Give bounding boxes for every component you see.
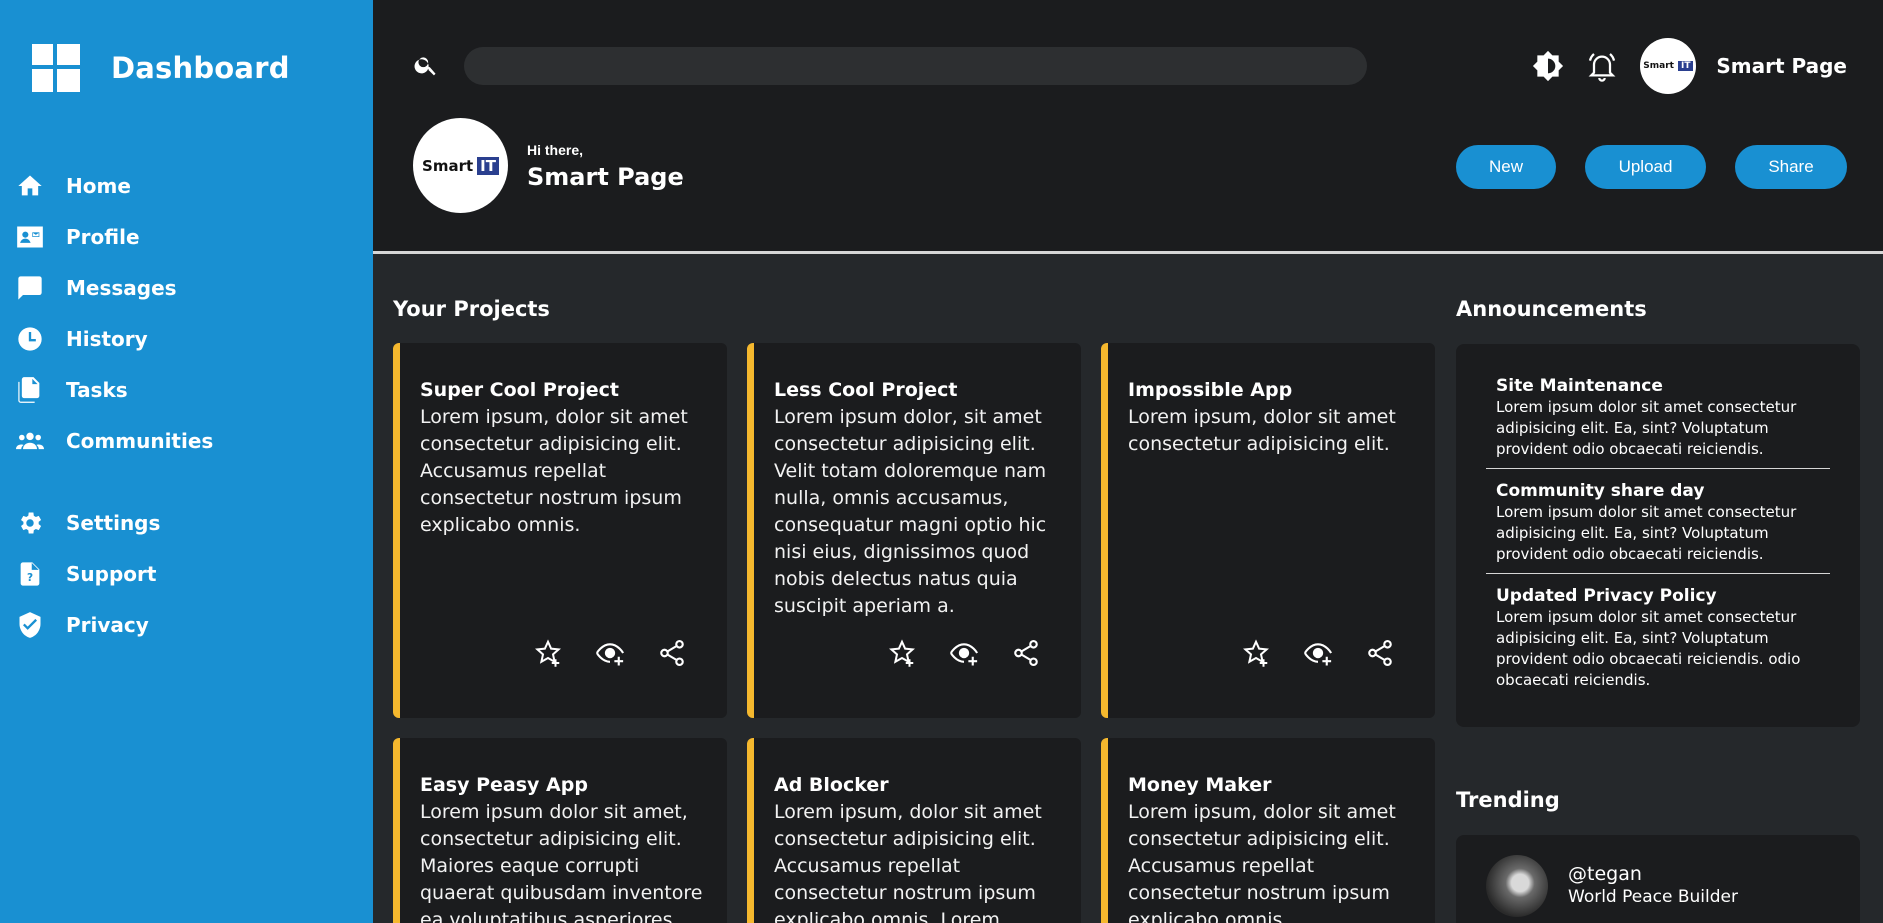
project-description: Lorem ipsum dolor sit amet, consectetur … [420, 801, 703, 923]
sidebar-item-privacy[interactable]: Privacy [0, 599, 373, 650]
trending-handle[interactable]: @tegan [1568, 863, 1642, 885]
upload-button[interactable]: Upload [1585, 145, 1706, 189]
project-description: Lorem ipsum dolor, sit amet consectetur … [774, 406, 1047, 617]
eye-add-icon[interactable] [1303, 638, 1333, 668]
message-icon [18, 275, 42, 300]
announcement-title: Site Maintenance [1496, 376, 1663, 396]
project-card[interactable]: Easy Peasy App Lorem ipsum dolor sit ame… [393, 738, 727, 923]
share-icon[interactable] [657, 638, 687, 668]
sidebar-item-home[interactable]: Home [0, 160, 373, 211]
svg-text:?: ? [27, 572, 33, 584]
project-title: Less Cool Project [774, 379, 958, 401]
sidebar-item-label: History [66, 326, 148, 351]
share-button[interactable]: Share [1735, 145, 1847, 189]
sidebar-item-label: Support [66, 561, 157, 586]
search-input[interactable] [464, 47, 1367, 85]
header-actions: Smart IT Smart Page [1510, 38, 1847, 94]
greeting-name: Smart Page [527, 163, 684, 191]
header-user-name[interactable]: Smart Page [1716, 54, 1847, 78]
brand[interactable]: Dashboard [32, 44, 290, 92]
project-title: Impossible App [1128, 379, 1293, 401]
sidebar-item-support[interactable]: ? Support [0, 548, 373, 599]
project-card[interactable]: Super Cool Project Lorem ipsum, dolor si… [393, 343, 727, 718]
announcement-title: Community share day [1496, 481, 1705, 501]
eye-add-icon[interactable] [595, 638, 625, 668]
greeting-text: Hi there, [527, 142, 584, 158]
sidebar-item-profile[interactable]: Profile [0, 211, 373, 262]
project-actions [501, 638, 687, 668]
search-icon[interactable] [413, 52, 439, 78]
project-card[interactable]: Impossible App Lorem ipsum, dolor sit am… [1101, 343, 1435, 718]
profile-card-icon [17, 226, 43, 247]
project-description: Lorem ipsum, dolor sit amet consectetur … [420, 406, 688, 536]
dashboard-grid-icon [32, 44, 80, 92]
bell-ringing-icon[interactable] [1586, 50, 1618, 82]
trending-panel: @tegan World Peace Builder [1456, 835, 1860, 923]
shield-check-icon [19, 611, 41, 638]
help-document-icon: ? [20, 561, 40, 586]
sidebar-item-messages[interactable]: Messages [0, 262, 373, 313]
project-card[interactable]: Money Maker Lorem ipsum, dolor sit amet … [1101, 738, 1435, 923]
new-button[interactable]: New [1456, 145, 1556, 189]
projects-title: Your Projects [393, 297, 550, 321]
project-card[interactable]: Ad Blocker Lorem ipsum, dolor sit amet c… [747, 738, 1081, 923]
smart-it-logo: Smart IT [422, 156, 499, 175]
sidebar-item-label: Home [66, 173, 131, 198]
announcement-item[interactable]: Site Maintenance Lorem ipsum dolor sit a… [1486, 376, 1830, 469]
share-icon[interactable] [1011, 638, 1041, 668]
trending-role: World Peace Builder [1568, 887, 1738, 907]
eye-add-icon[interactable] [949, 638, 979, 668]
announcement-text: Lorem ipsum dolor sit amet consectetur a… [1496, 608, 1801, 689]
profile-avatar: Smart IT [413, 118, 508, 213]
announcement-text: Lorem ipsum dolor sit amet consectetur a… [1496, 398, 1797, 458]
project-card[interactable]: Less Cool Project Lorem ipsum dolor, sit… [747, 343, 1081, 718]
sidebar: Dashboard Home Profile Messages History … [0, 0, 373, 923]
trending-title: Trending [1456, 788, 1560, 812]
star-add-icon[interactable] [887, 638, 917, 668]
project-description: Lorem ipsum, dolor sit amet consectetur … [1128, 801, 1396, 923]
sidebar-item-communities[interactable]: Communities [0, 415, 373, 466]
announcement-title: Updated Privacy Policy [1496, 586, 1717, 606]
project-title: Super Cool Project [420, 379, 619, 401]
user-avatar[interactable]: Smart IT [1640, 38, 1697, 94]
share-icon[interactable] [1365, 638, 1395, 668]
sidebar-item-settings[interactable]: Settings [0, 497, 373, 548]
star-add-icon[interactable] [1241, 638, 1271, 668]
sidebar-title: Dashboard [111, 51, 290, 85]
project-actions [1209, 638, 1395, 668]
smart-it-logo: Smart IT [1643, 61, 1694, 71]
project-description: Lorem ipsum, dolor sit amet consectetur … [774, 801, 1042, 923]
announcement-text: Lorem ipsum dolor sit amet consectetur a… [1496, 503, 1797, 563]
project-actions [855, 638, 1041, 668]
sidebar-item-history[interactable]: History [0, 313, 373, 364]
home-icon [18, 175, 42, 195]
project-title: Money Maker [1128, 774, 1272, 796]
announcement-item[interactable]: Community share day Lorem ipsum dolor si… [1486, 481, 1830, 574]
project-title: Ad Blocker [774, 774, 889, 796]
sidebar-nav: Home Profile Messages History Tasks Comm… [0, 160, 373, 650]
project-title: Easy Peasy App [420, 774, 588, 796]
sidebar-item-label: Tasks [66, 377, 128, 402]
announcements-panel: Site Maintenance Lorem ipsum dolor sit a… [1456, 344, 1860, 727]
sidebar-item-label: Settings [66, 510, 161, 535]
sidebar-item-label: Privacy [66, 612, 149, 637]
sidebar-item-label: Communities [66, 428, 214, 453]
star-add-icon[interactable] [533, 638, 563, 668]
header: Smart IT Smart Page Smart IT Hi there, Sma… [373, 0, 1883, 254]
sidebar-item-label: Profile [66, 224, 140, 249]
sidebar-item-tasks[interactable]: Tasks [0, 364, 373, 415]
documents-icon [18, 376, 40, 403]
sidebar-item-label: Messages [66, 275, 177, 300]
brightness-icon[interactable] [1532, 50, 1564, 82]
announcements-title: Announcements [1456, 297, 1647, 321]
group-icon [16, 432, 44, 449]
clock-icon [18, 326, 42, 351]
announcement-item[interactable]: Updated Privacy Policy Lorem ipsum dolor… [1486, 586, 1830, 699]
trending-avatar[interactable] [1486, 855, 1548, 917]
project-description: Lorem ipsum, dolor sit amet consectetur … [1128, 406, 1396, 455]
gear-icon [21, 512, 42, 533]
